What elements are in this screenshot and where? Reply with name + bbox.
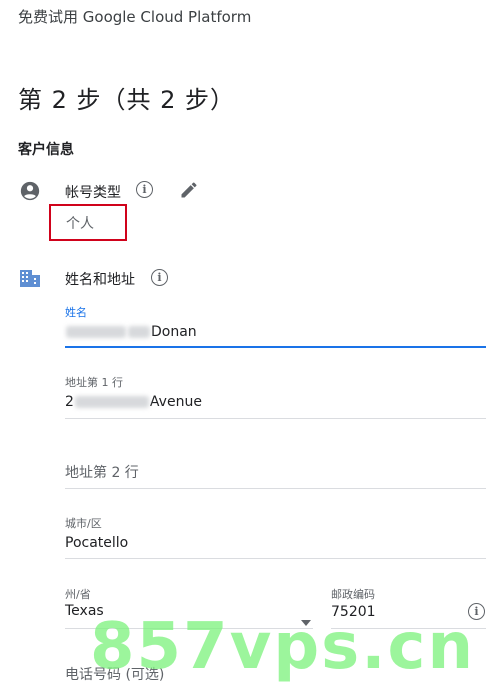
address2-placeholder: 地址第 2 行 xyxy=(65,465,139,481)
zip-field-label: 邮政编码 xyxy=(331,588,375,601)
step-title: 第 2 步（共 2 步） xyxy=(18,86,236,114)
redacted-text xyxy=(66,326,126,338)
address1-field-label: 地址第 1 行 xyxy=(65,376,123,389)
name-visible-letter: D xyxy=(151,324,162,340)
account-type-label: 帐号类型 xyxy=(65,185,121,201)
redacted-text xyxy=(74,396,149,408)
city-field-label: 城市/区 xyxy=(65,517,102,530)
building-icon xyxy=(19,268,41,292)
address1-field-value[interactable]: 2 Avenue xyxy=(65,394,202,410)
name-field-label: 姓名 xyxy=(65,306,87,319)
customer-info-title: 客户信息 xyxy=(18,142,74,158)
account-type-value: 个人 xyxy=(66,216,94,232)
name-address-title: 姓名和地址 xyxy=(65,272,135,288)
address1-field-underline xyxy=(65,418,486,419)
city-field-value[interactable]: Pocatello xyxy=(65,535,128,551)
page-header-title: 免费试用 Google Cloud Platform xyxy=(18,8,252,26)
name-field-value[interactable]: Donan xyxy=(65,324,197,340)
name-field-underline xyxy=(65,346,486,348)
address2-field-underline xyxy=(65,488,486,489)
redacted-text xyxy=(128,326,150,338)
address2-field[interactable]: 地址第 2 行 xyxy=(65,462,486,492)
watermark: 857vps.cn xyxy=(90,610,476,684)
state-field-label: 州/省 xyxy=(65,588,91,601)
address1-field[interactable]: 地址第 1 行 2 Avenue xyxy=(65,372,486,420)
account-circle-icon xyxy=(19,180,41,206)
info-icon[interactable]: i xyxy=(151,269,168,286)
name-field[interactable]: 姓名 Donan xyxy=(65,300,486,350)
city-field[interactable]: 城市/区 Pocatello xyxy=(65,513,486,561)
name-visible-suffix: onan xyxy=(161,324,197,340)
info-icon[interactable]: i xyxy=(136,181,153,198)
city-field-underline xyxy=(65,558,486,559)
address1-visible-suffix: Avenue xyxy=(149,394,202,410)
pencil-icon[interactable] xyxy=(179,180,199,204)
address1-visible-prefix: 2 xyxy=(65,394,74,410)
